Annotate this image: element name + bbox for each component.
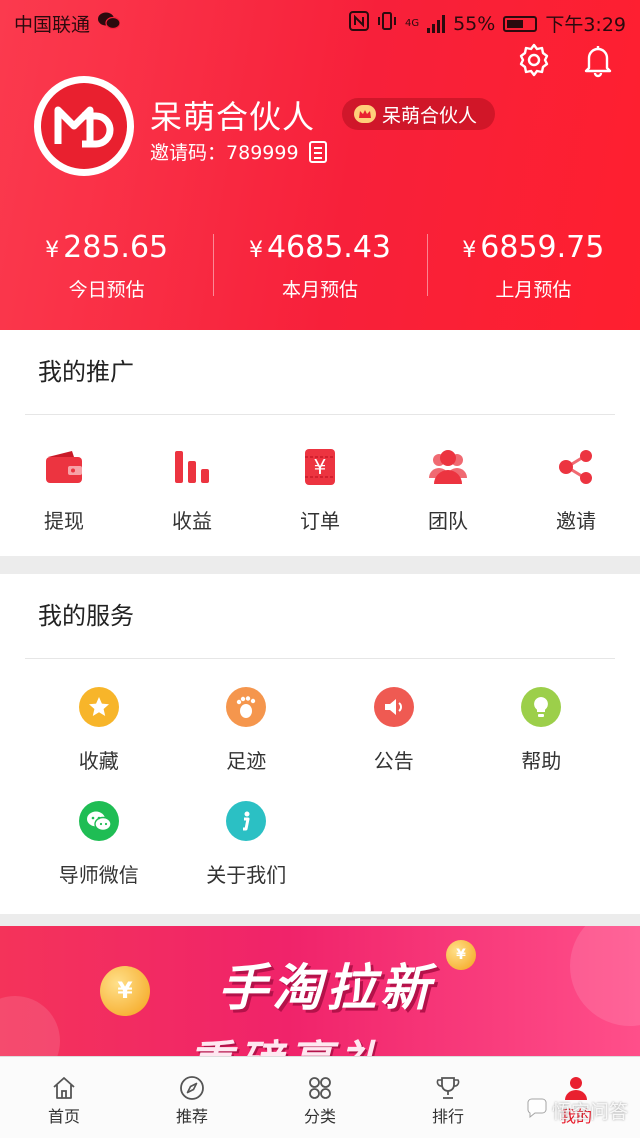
earnings-stats: ¥285.65 今日预估 ¥4685.43 本月预估 ¥6859.75 上月预估 <box>0 230 640 302</box>
service-item-about-us[interactable]: 关于我们 <box>173 801 321 915</box>
watermark-text: 悟空问答 <box>551 1101 628 1123</box>
stat-value: 6859.75 <box>480 230 605 265</box>
nav-label: 首页 <box>47 1107 80 1126</box>
currency-symbol: ¥ <box>45 238 60 263</box>
banner-subline: 重磅豪礼 <box>188 1026 388 1056</box>
banner-decoration <box>0 996 60 1056</box>
service-item-help[interactable]: 帮助 <box>468 687 616 801</box>
team-icon <box>426 445 470 489</box>
promo-item-orders[interactable]: ¥ 订单 <box>256 445 384 534</box>
promo-label: 团队 <box>428 509 468 533</box>
signal-icon <box>427 14 446 33</box>
share-icon <box>554 445 598 489</box>
stat-label: 今日预估 <box>68 279 145 301</box>
stat-today[interactable]: ¥285.65 今日预估 <box>0 230 213 302</box>
promo-label: 邀请 <box>556 509 596 533</box>
bottom-nav: 首页 推荐 分类 排行 我的 悟空问答 <box>0 1056 640 1138</box>
wechat-icon <box>78 801 119 841</box>
watermark: 悟空问答 <box>526 1097 628 1124</box>
service-item-footprints[interactable]: 足迹 <box>173 687 321 801</box>
promo-item-withdraw[interactable]: 提现 <box>0 445 128 534</box>
compass-icon <box>178 1075 206 1101</box>
svg-text:¥: ¥ <box>314 455 327 479</box>
promo-item-earnings[interactable]: 收益 <box>128 445 256 534</box>
stat-this-month[interactable]: ¥4685.43 本月预估 <box>213 230 426 302</box>
bar-chart-icon <box>170 445 214 489</box>
service-label: 收藏 <box>78 749 119 773</box>
member-badge: 呆萌合伙人 <box>342 98 496 130</box>
section-title: 我的推广 <box>38 358 134 386</box>
banner-headline: 手淘拉新 <box>218 959 434 1017</box>
promo-label: 收益 <box>172 509 212 533</box>
notification-bell-icon[interactable] <box>578 40 618 80</box>
carrier-label: 中国联通 <box>14 14 91 36</box>
promo-item-team[interactable]: 团队 <box>384 445 512 534</box>
home-icon <box>50 1075 78 1101</box>
nfc-icon <box>348 11 369 36</box>
network-type: 4G <box>404 17 420 29</box>
nav-label: 分类 <box>303 1107 336 1126</box>
services-card: 我的服务 收藏 足迹 公告 帮助 导师微信 关于我们 <box>0 574 640 914</box>
currency-symbol: ¥ <box>248 238 263 263</box>
speaker-icon <box>373 687 414 727</box>
nav-item-ranking[interactable]: 排行 <box>384 1057 512 1138</box>
nav-item-category[interactable]: 分类 <box>256 1057 384 1138</box>
service-label: 导师微信 <box>58 863 139 887</box>
copy-icon[interactable] <box>308 140 327 163</box>
nav-label: 推荐 <box>175 1107 208 1126</box>
currency-symbol: ¥ <box>462 238 477 263</box>
invite-code-row: 邀请码：789999 <box>150 138 327 165</box>
promotion-card: 我的推广 提现 收益 ¥ 订单 团队 邀请 <box>0 330 640 556</box>
promo-label: 订单 <box>300 509 340 533</box>
service-label: 帮助 <box>521 749 562 773</box>
wallet-icon <box>42 445 86 489</box>
info-icon <box>226 801 267 841</box>
stat-last-month[interactable]: ¥6859.75 上月预估 <box>426 230 640 302</box>
coin-icon: ¥ <box>446 940 476 970</box>
battery-percent: 55% <box>453 12 496 35</box>
invite-code-value: 789999 <box>226 142 299 164</box>
service-label: 公告 <box>373 749 414 773</box>
service-label: 足迹 <box>226 749 267 773</box>
nav-item-recommend[interactable]: 推荐 <box>128 1057 256 1138</box>
lightbulb-icon <box>521 687 562 727</box>
brand-logo-icon <box>41 83 127 169</box>
service-item-favorites[interactable]: 收藏 <box>25 687 173 801</box>
watermark-logo-icon <box>526 1098 548 1123</box>
invite-code-label: 邀请码： <box>150 142 227 164</box>
stat-value: 4685.43 <box>266 230 392 265</box>
avatar[interactable] <box>34 76 134 176</box>
service-label: 关于我们 <box>206 863 287 887</box>
status-bar: 中国联通 4G 55% 下午3:29 <box>0 0 640 44</box>
wechat-notification-icon <box>98 12 121 35</box>
banner-decoration <box>570 926 640 1026</box>
service-item-announcements[interactable]: 公告 <box>320 687 468 801</box>
profile-header: 中国联通 4G 55% 下午3:29 呆萌合伙人 呆萌合伙人 邀请码：78999… <box>0 0 640 330</box>
service-item-mentor-wechat[interactable]: 导师微信 <box>25 801 173 915</box>
nav-item-home[interactable]: 首页 <box>0 1057 128 1138</box>
badge-label: 呆萌合伙人 <box>382 104 478 127</box>
promo-label: 提现 <box>44 509 84 533</box>
settings-gear-icon[interactable] <box>514 40 554 80</box>
stat-value: 285.65 <box>63 230 169 265</box>
category-icon <box>306 1075 334 1101</box>
trophy-icon <box>434 1075 462 1101</box>
footprint-icon <box>226 687 267 727</box>
promo-banner[interactable]: ¥ ¥ 手淘拉新 重磅豪礼 <box>0 926 640 1056</box>
username: 呆萌合伙人 <box>150 98 316 136</box>
star-icon <box>78 687 119 727</box>
stat-label: 本月预估 <box>281 279 358 301</box>
promo-item-invite[interactable]: 邀请 <box>512 445 640 534</box>
coin-icon: ¥ <box>100 966 150 1016</box>
stat-label: 上月预估 <box>495 279 572 301</box>
vibrate-icon <box>377 11 397 36</box>
battery-icon <box>503 15 538 32</box>
crown-icon <box>354 105 376 123</box>
clock: 下午3:29 <box>545 14 626 36</box>
section-title: 我的服务 <box>38 602 134 630</box>
profile-page: 中国联通 4G 55% 下午3:29 呆萌合伙人 呆萌合伙人 邀请码：78999… <box>0 0 640 1138</box>
nav-label: 排行 <box>431 1107 464 1126</box>
order-icon: ¥ <box>298 445 342 489</box>
